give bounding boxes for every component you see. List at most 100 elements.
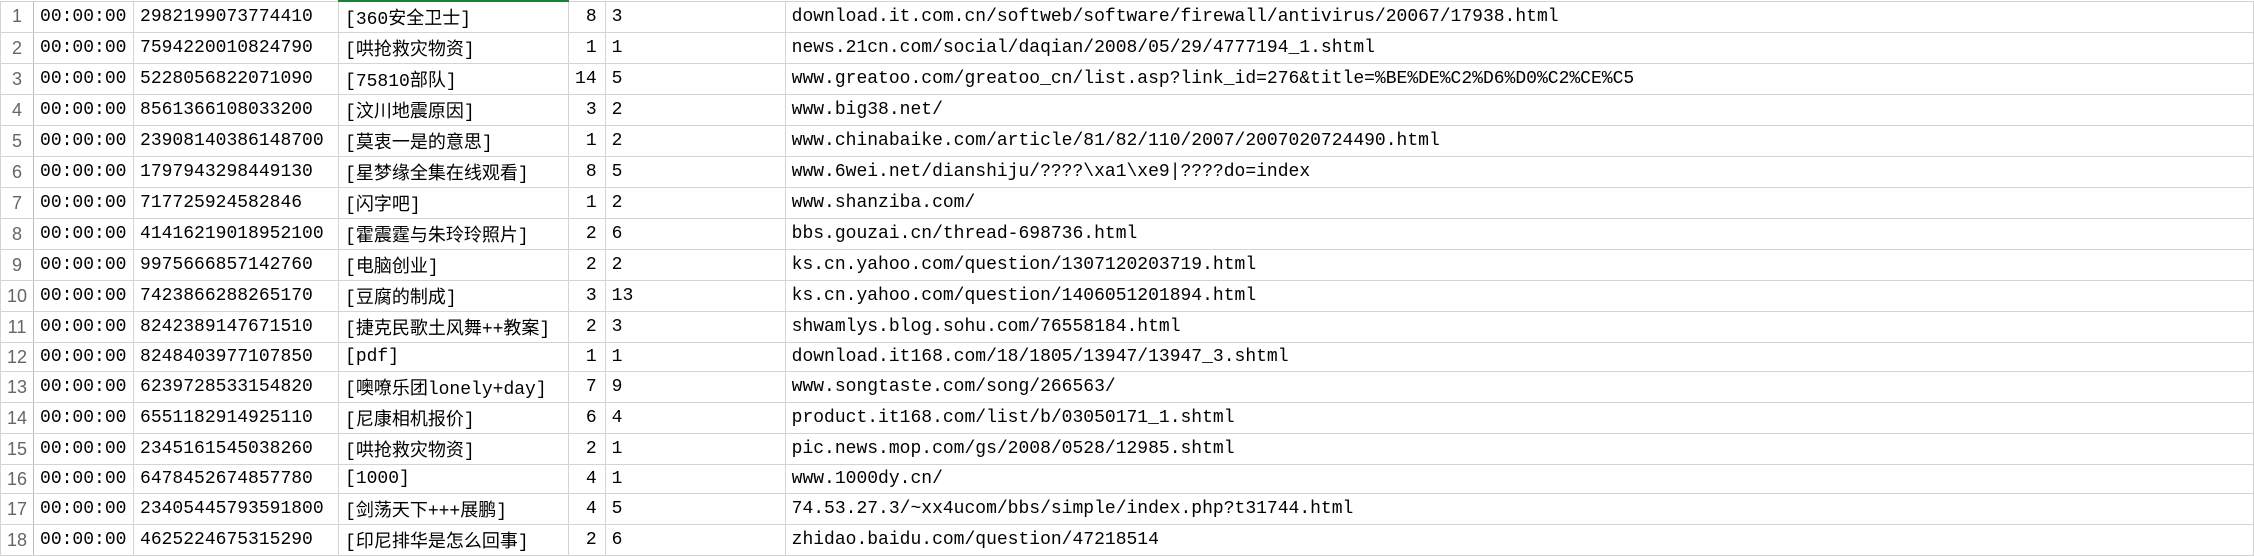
- cell-url[interactable]: www.shanziba.com/: [785, 188, 2253, 219]
- cell-val2[interactable]: 2: [605, 95, 785, 126]
- cell-val2[interactable]: 3: [605, 312, 785, 343]
- table-row[interactable]: 1100:00:008242389147671510[捷克民歌土风舞++教案]2…: [1, 312, 2254, 343]
- cell-time[interactable]: 00:00:00: [34, 372, 134, 403]
- row-number[interactable]: 1: [1, 1, 34, 33]
- table-row[interactable]: 400:00:008561366108033200[汶川地震原因]32www.b…: [1, 95, 2254, 126]
- cell-query[interactable]: [1000]: [339, 465, 569, 494]
- cell-query[interactable]: [pdf]: [339, 343, 569, 372]
- cell-query[interactable]: [剑荡天下+++展鹏]: [339, 494, 569, 525]
- cell-url[interactable]: zhidao.baidu.com/question/47218514: [785, 525, 2253, 556]
- cell-url[interactable]: bbs.gouzai.cn/thread-698736.html: [785, 219, 2253, 250]
- cell-url[interactable]: download.it168.com/18/1805/13947/13947_3…: [785, 343, 2253, 372]
- spreadsheet-grid[interactable]: 100:00:002982199073774410[360安全卫士]83down…: [0, 0, 2254, 556]
- cell-url[interactable]: www.1000dy.cn/: [785, 465, 2253, 494]
- cell-id[interactable]: 2345161545038260: [134, 434, 339, 465]
- table-row[interactable]: 700:00:00717725924582846[闪字吧]12www.shanz…: [1, 188, 2254, 219]
- cell-url[interactable]: www.big38.net/: [785, 95, 2253, 126]
- cell-query[interactable]: [哄抢救灾物资]: [339, 434, 569, 465]
- cell-id[interactable]: 5228056822071090: [134, 64, 339, 95]
- cell-id[interactable]: 7594220010824790: [134, 33, 339, 64]
- row-number[interactable]: 17: [1, 494, 34, 525]
- cell-val2[interactable]: 6: [605, 219, 785, 250]
- cell-val2[interactable]: 2: [605, 250, 785, 281]
- row-number[interactable]: 10: [1, 281, 34, 312]
- cell-val1[interactable]: 1: [569, 343, 606, 372]
- table-row[interactable]: 900:00:009975666857142760[电脑创业]22ks.cn.y…: [1, 250, 2254, 281]
- cell-time[interactable]: 00:00:00: [34, 281, 134, 312]
- cell-val1[interactable]: 7: [569, 372, 606, 403]
- cell-id[interactable]: 4625224675315290: [134, 525, 339, 556]
- cell-time[interactable]: 00:00:00: [34, 312, 134, 343]
- cell-id[interactable]: 7423866288265170: [134, 281, 339, 312]
- cell-id[interactable]: 717725924582846: [134, 188, 339, 219]
- cell-url[interactable]: www.6wei.net/dianshiju/????\xa1\xe9|????…: [785, 157, 2253, 188]
- cell-id[interactable]: 8242389147671510: [134, 312, 339, 343]
- cell-val2[interactable]: 9: [605, 372, 785, 403]
- cell-id[interactable]: 23405445793591800: [134, 494, 339, 525]
- cell-query[interactable]: [哄抢救灾物资]: [339, 33, 569, 64]
- cell-val2[interactable]: 5: [605, 157, 785, 188]
- table-row[interactable]: 100:00:002982199073774410[360安全卫士]83down…: [1, 1, 2254, 33]
- cell-query[interactable]: [噢嘹乐团lonely+day]: [339, 372, 569, 403]
- row-number[interactable]: 18: [1, 525, 34, 556]
- cell-id[interactable]: 6239728533154820: [134, 372, 339, 403]
- cell-query[interactable]: [汶川地震原因]: [339, 95, 569, 126]
- cell-time[interactable]: 00:00:00: [34, 1, 134, 33]
- cell-id[interactable]: 6551182914925110: [134, 403, 339, 434]
- table-row[interactable]: 300:00:005228056822071090[75810部队]145www…: [1, 64, 2254, 95]
- cell-val1[interactable]: 14: [569, 64, 606, 95]
- table-row[interactable]: 1400:00:006551182914925110[尼康相机报价]64prod…: [1, 403, 2254, 434]
- row-number[interactable]: 14: [1, 403, 34, 434]
- cell-url[interactable]: 74.53.27.3/~xx4ucom/bbs/simple/index.php…: [785, 494, 2253, 525]
- cell-query[interactable]: [75810部队]: [339, 64, 569, 95]
- row-number[interactable]: 15: [1, 434, 34, 465]
- cell-val1[interactable]: 2: [569, 525, 606, 556]
- table-row[interactable]: 200:00:007594220010824790[哄抢救灾物资]11news.…: [1, 33, 2254, 64]
- cell-val2[interactable]: 5: [605, 64, 785, 95]
- cell-url[interactable]: www.greatoo.com/greatoo_cn/list.asp?link…: [785, 64, 2253, 95]
- cell-time[interactable]: 00:00:00: [34, 403, 134, 434]
- cell-time[interactable]: 00:00:00: [34, 465, 134, 494]
- cell-id[interactable]: 6478452674857780: [134, 465, 339, 494]
- cell-query[interactable]: [豆腐的制成]: [339, 281, 569, 312]
- cell-url[interactable]: www.chinabaike.com/article/81/82/110/200…: [785, 126, 2253, 157]
- cell-val2[interactable]: 13: [605, 281, 785, 312]
- table-row[interactable]: 800:00:0041416219018952100[霍震霆与朱玲玲照片]26b…: [1, 219, 2254, 250]
- row-number[interactable]: 13: [1, 372, 34, 403]
- cell-query[interactable]: [尼康相机报价]: [339, 403, 569, 434]
- table-row[interactable]: 1300:00:006239728533154820[噢嘹乐团lonely+da…: [1, 372, 2254, 403]
- row-number[interactable]: 5: [1, 126, 34, 157]
- row-number[interactable]: 11: [1, 312, 34, 343]
- table-row[interactable]: 1500:00:002345161545038260[哄抢救灾物资]21pic.…: [1, 434, 2254, 465]
- cell-val1[interactable]: 4: [569, 465, 606, 494]
- cell-url[interactable]: news.21cn.com/social/daqian/2008/05/29/4…: [785, 33, 2253, 64]
- cell-id[interactable]: 8561366108033200: [134, 95, 339, 126]
- cell-query[interactable]: [闪字吧]: [339, 188, 569, 219]
- cell-val2[interactable]: 2: [605, 188, 785, 219]
- cell-time[interactable]: 00:00:00: [34, 219, 134, 250]
- cell-url[interactable]: ks.cn.yahoo.com/question/1406051201894.h…: [785, 281, 2253, 312]
- cell-query[interactable]: [电脑创业]: [339, 250, 569, 281]
- row-number[interactable]: 3: [1, 64, 34, 95]
- cell-val1[interactable]: 1: [569, 33, 606, 64]
- cell-time[interactable]: 00:00:00: [34, 494, 134, 525]
- cell-val1[interactable]: 2: [569, 219, 606, 250]
- cell-val2[interactable]: 2: [605, 126, 785, 157]
- table-row[interactable]: 1000:00:007423866288265170[豆腐的制成]313ks.c…: [1, 281, 2254, 312]
- cell-val2[interactable]: 3: [605, 1, 785, 33]
- row-number[interactable]: 9: [1, 250, 34, 281]
- cell-val2[interactable]: 6: [605, 525, 785, 556]
- cell-val2[interactable]: 1: [605, 33, 785, 64]
- cell-time[interactable]: 00:00:00: [34, 95, 134, 126]
- cell-val2[interactable]: 1: [605, 343, 785, 372]
- row-number[interactable]: 16: [1, 465, 34, 494]
- cell-val1[interactable]: 2: [569, 250, 606, 281]
- cell-url[interactable]: ks.cn.yahoo.com/question/1307120203719.h…: [785, 250, 2253, 281]
- cell-url[interactable]: product.it168.com/list/b/03050171_1.shtm…: [785, 403, 2253, 434]
- cell-val1[interactable]: 6: [569, 403, 606, 434]
- table-row[interactable]: 1700:00:0023405445793591800[剑荡天下+++展鹏]45…: [1, 494, 2254, 525]
- cell-val1[interactable]: 1: [569, 126, 606, 157]
- cell-val2[interactable]: 5: [605, 494, 785, 525]
- cell-url[interactable]: pic.news.mop.com/gs/2008/0528/12985.shtm…: [785, 434, 2253, 465]
- row-number[interactable]: 6: [1, 157, 34, 188]
